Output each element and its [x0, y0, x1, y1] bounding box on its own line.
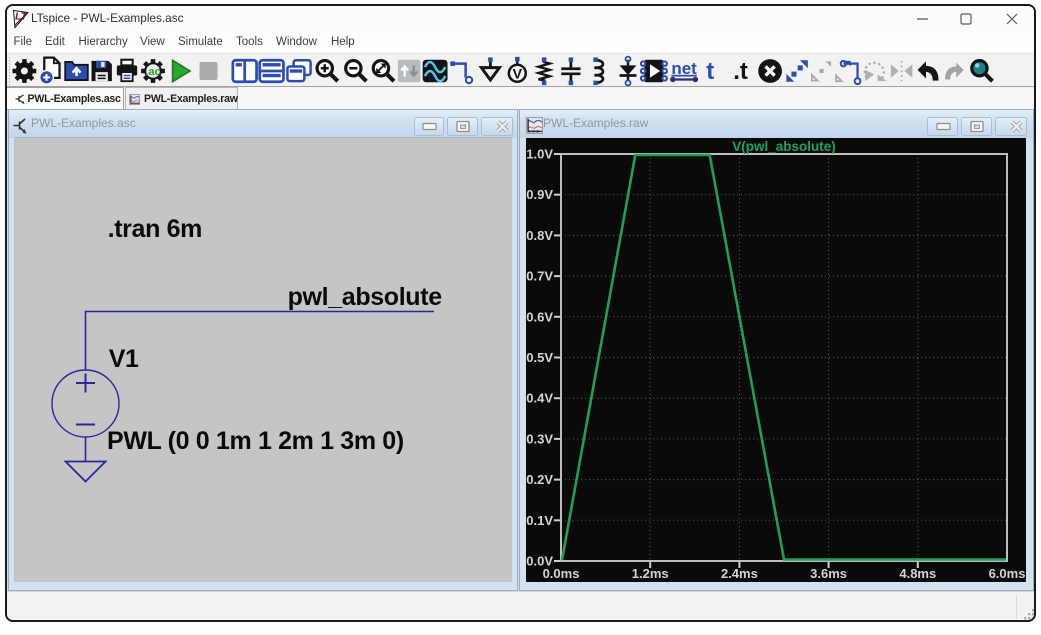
svg-text:.t: .t [733, 58, 748, 85]
svg-text:net: net [671, 59, 697, 78]
svg-text:0.7V: 0.7V [526, 269, 553, 284]
svg-text:1.2ms: 1.2ms [632, 566, 669, 581]
svg-text:LT: LT [15, 11, 29, 23]
svg-text:0.4V: 0.4V [526, 391, 553, 406]
svg-text:0.2V: 0.2V [526, 472, 553, 487]
svg-text:3.6ms: 3.6ms [810, 566, 847, 581]
svg-text:0.1V: 0.1V [526, 513, 553, 528]
svg-text:0.5V: 0.5V [526, 350, 553, 365]
svg-text:0.6V: 0.6V [526, 309, 553, 324]
svg-text:V: V [513, 65, 523, 81]
svg-text:t: t [706, 58, 714, 85]
svg-text:.ac: .ac [145, 66, 161, 78]
svg-text:1.0V: 1.0V [526, 147, 553, 162]
svg-text:0.9V: 0.9V [526, 187, 553, 202]
svg-text:0.8V: 0.8V [526, 228, 553, 243]
svg-text:6.0ms: 6.0ms [989, 566, 1026, 581]
svg-text:0.3V: 0.3V [526, 431, 553, 446]
svg-text:V(pwl_absolute): V(pwl_absolute) [732, 139, 836, 154]
svg-text:0.0ms: 0.0ms [543, 566, 580, 581]
svg-text:2.4ms: 2.4ms [721, 566, 758, 581]
svg-text:4.8ms: 4.8ms [899, 566, 936, 581]
